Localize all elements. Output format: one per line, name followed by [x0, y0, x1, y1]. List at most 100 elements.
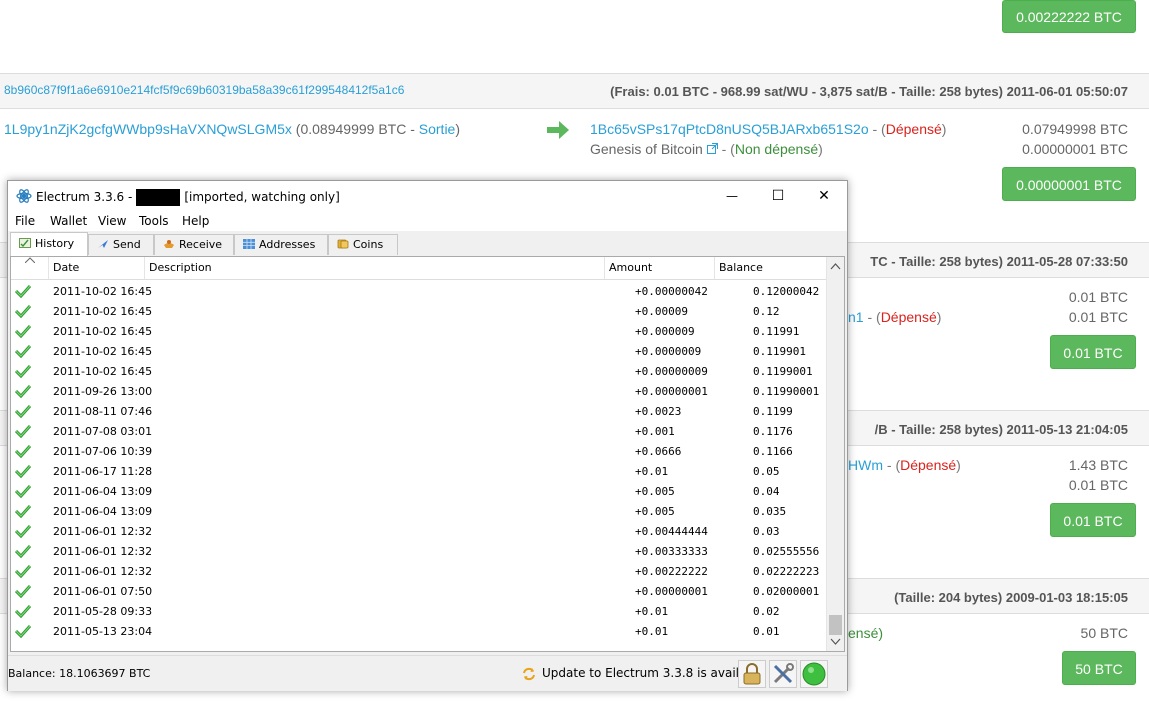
- row-date: 2011-06-01 12:32: [53, 565, 153, 578]
- input-status-link[interactable]: Sortie: [419, 121, 456, 137]
- maximize-button[interactable]: ☐: [755, 181, 801, 211]
- title-bar[interactable]: Electrum 3.3.6 - [imported, watching only…: [8, 181, 847, 211]
- tab-send[interactable]: Send: [88, 234, 154, 255]
- tx2-address-link[interactable]: n1: [848, 309, 864, 325]
- table-row[interactable]: 2011-06-04 13:09 +0.005 0.04: [11, 482, 829, 502]
- table-row[interactable]: 2011-06-01 12:32 +0.00333333 0.02555556: [11, 542, 829, 562]
- table-row[interactable]: 2011-05-13 23:04 +0.01 0.01: [11, 622, 829, 642]
- tx2-amount-1: 0.01 BTC: [1068, 289, 1128, 305]
- table-row[interactable]: 2011-06-01 12:32 +0.00444444 0.03: [11, 522, 829, 542]
- tx3-meta: /B - Taille: 258 bytes) 2011-05-13 21:04…: [874, 422, 1128, 437]
- top-btc-button[interactable]: 0.00222222 BTC: [1002, 0, 1136, 33]
- table-row[interactable]: 2011-07-08 03:01 +0.001 0.1176: [11, 422, 829, 442]
- row-amount: +0.01: [635, 605, 669, 618]
- confirmed-check-icon: [15, 384, 31, 398]
- row-amount: +0.00333333: [635, 545, 708, 558]
- tx3-status[interactable]: Dépensé: [900, 457, 956, 473]
- table-row[interactable]: 2011-10-02 16:45 +0.00000009 0.1199001: [11, 362, 829, 382]
- scrollbar-thumb[interactable]: [829, 615, 842, 635]
- row-date: 2011-09-26 13:00: [53, 385, 153, 398]
- row-balance: 0.1176: [753, 425, 793, 438]
- date-column-header[interactable]: Date: [49, 257, 145, 279]
- row-date: 2011-10-02 16:45: [53, 285, 153, 298]
- table-row[interactable]: 2011-10-02 16:45 +0.000009 0.11991: [11, 322, 829, 342]
- external-link-icon[interactable]: [706, 143, 718, 154]
- table-row[interactable]: 2011-07-06 10:39 +0.0666 0.1166: [11, 442, 829, 462]
- table-row[interactable]: 2011-09-26 13:00 +0.00000001 0.11990001: [11, 382, 829, 402]
- confirmed-check-icon: [15, 564, 31, 578]
- tab-receive[interactable]: Receive: [154, 234, 234, 255]
- tab-addresses[interactable]: Addresses: [234, 234, 328, 255]
- table-row[interactable]: 2011-06-04 13:09 +0.005 0.035: [11, 502, 829, 522]
- minimize-button[interactable]: —: [709, 181, 755, 211]
- network-status-button[interactable]: [800, 660, 828, 688]
- row-balance: 0.11991: [753, 325, 800, 338]
- tx2-total-button[interactable]: 0.01 BTC: [1050, 335, 1136, 369]
- close-button[interactable]: ✕: [801, 181, 847, 211]
- table-row[interactable]: 2011-10-02 16:45 +0.00000042 0.12000042: [11, 282, 829, 302]
- tx1-total-button[interactable]: 0.00000001 BTC: [1002, 167, 1136, 201]
- tx-output-1: 1Bc65vSPs17qPtcD8nUSQ5BJARxb651S2o - (Dé…: [590, 121, 946, 137]
- row-balance: 0.12000042: [753, 285, 820, 298]
- tx3-total-button[interactable]: 0.01 BTC: [1050, 503, 1136, 537]
- tx3-sep: - (: [883, 457, 901, 473]
- row-date: 2011-06-01 12:32: [53, 545, 153, 558]
- row-date: 2011-10-02 16:45: [53, 325, 153, 338]
- tx3-address-link[interactable]: HWm: [848, 457, 883, 473]
- tab-coins[interactable]: Coins: [328, 234, 398, 255]
- table-row[interactable]: 2011-10-02 16:45 +0.00009 0.12: [11, 302, 829, 322]
- row-balance: 0.04: [753, 485, 780, 498]
- row-amount: +0.01: [635, 625, 669, 638]
- menu-view[interactable]: View: [98, 214, 126, 228]
- tx2-status[interactable]: Dépensé: [881, 309, 937, 325]
- tab-history[interactable]: History: [10, 232, 88, 256]
- output2-status[interactable]: Non dépensé: [735, 141, 818, 157]
- input-address-link[interactable]: 1L9py1nZjK2gcfgWWbp9sHaVXNQwSLGM5x: [4, 121, 292, 137]
- output-status[interactable]: Dépensé: [886, 121, 942, 137]
- amount-column-header[interactable]: Amount: [605, 257, 715, 279]
- scroll-up-arrow-icon[interactable]: [827, 259, 844, 275]
- table-row[interactable]: 2011-08-11 07:46 +0.0023 0.1199: [11, 402, 829, 422]
- row-amount: +0.000009: [635, 325, 695, 338]
- description-column-header[interactable]: Description: [145, 257, 605, 279]
- table-row[interactable]: 2011-10-02 16:45 +0.0000009 0.119901: [11, 342, 829, 362]
- confirmed-check-icon: [15, 304, 31, 318]
- row-balance: 0.119901: [753, 345, 806, 358]
- row-date: 2011-06-01 07:50: [53, 585, 153, 598]
- balance-column-header[interactable]: Balance: [715, 257, 829, 279]
- row-balance: 0.02555556: [753, 545, 820, 558]
- tx-hash-link[interactable]: 8b960c87f9f1a6e6910e214fcf5f9c69b60319ba…: [4, 83, 404, 97]
- confirmed-check-icon: [15, 584, 31, 598]
- tx-output-2: Genesis of Bitcoin - (Non dépensé): [590, 141, 823, 157]
- menu-bar: File Wallet View Tools Help: [8, 211, 847, 231]
- row-amount: +0.01: [635, 465, 669, 478]
- update-notice[interactable]: Update to Electrum 3.3.8 is available: [542, 666, 765, 680]
- row-amount: +0.001: [635, 425, 675, 438]
- row-balance: 0.1199001: [753, 365, 813, 378]
- vertical-scrollbar[interactable]: [826, 257, 844, 651]
- menu-file[interactable]: File: [15, 214, 35, 228]
- row-date: 2011-05-28 09:33: [53, 605, 153, 618]
- preferences-button[interactable]: [769, 660, 797, 688]
- receive-icon: [164, 240, 174, 248]
- tx2-close: ): [936, 309, 942, 325]
- table-row[interactable]: 2011-06-17 11:28 +0.01 0.05: [11, 462, 829, 482]
- table-row[interactable]: 2011-05-28 09:33 +0.01 0.02: [11, 602, 829, 622]
- table-row[interactable]: 2011-06-01 07:50 +0.00000001 0.02000001: [11, 582, 829, 602]
- menu-tools[interactable]: Tools: [139, 214, 169, 228]
- sort-up-icon: [25, 257, 35, 263]
- table-row[interactable]: 2011-06-01 12:32 +0.00222222 0.02222223: [11, 562, 829, 582]
- lock-button[interactable]: [738, 660, 766, 688]
- output-address-link[interactable]: 1Bc65vSPs17qPtcD8nUSQ5BJARxb651S2o: [590, 121, 869, 137]
- menu-wallet[interactable]: Wallet: [50, 214, 87, 228]
- row-date: 2011-10-02 16:45: [53, 345, 153, 358]
- confirmed-check-icon: [15, 424, 31, 438]
- menu-help[interactable]: Help: [182, 214, 209, 228]
- scroll-down-arrow-icon[interactable]: [827, 635, 844, 649]
- tx4-total-button[interactable]: 50 BTC: [1062, 651, 1136, 685]
- tx4-status[interactable]: ensé): [848, 625, 883, 641]
- input-close: ): [455, 121, 461, 137]
- status-column-header[interactable]: [11, 257, 49, 279]
- tx-meta: (Frais: 0.01 BTC - 968.99 sat/WU - 3,875…: [610, 84, 1128, 99]
- send-icon: [98, 240, 108, 248]
